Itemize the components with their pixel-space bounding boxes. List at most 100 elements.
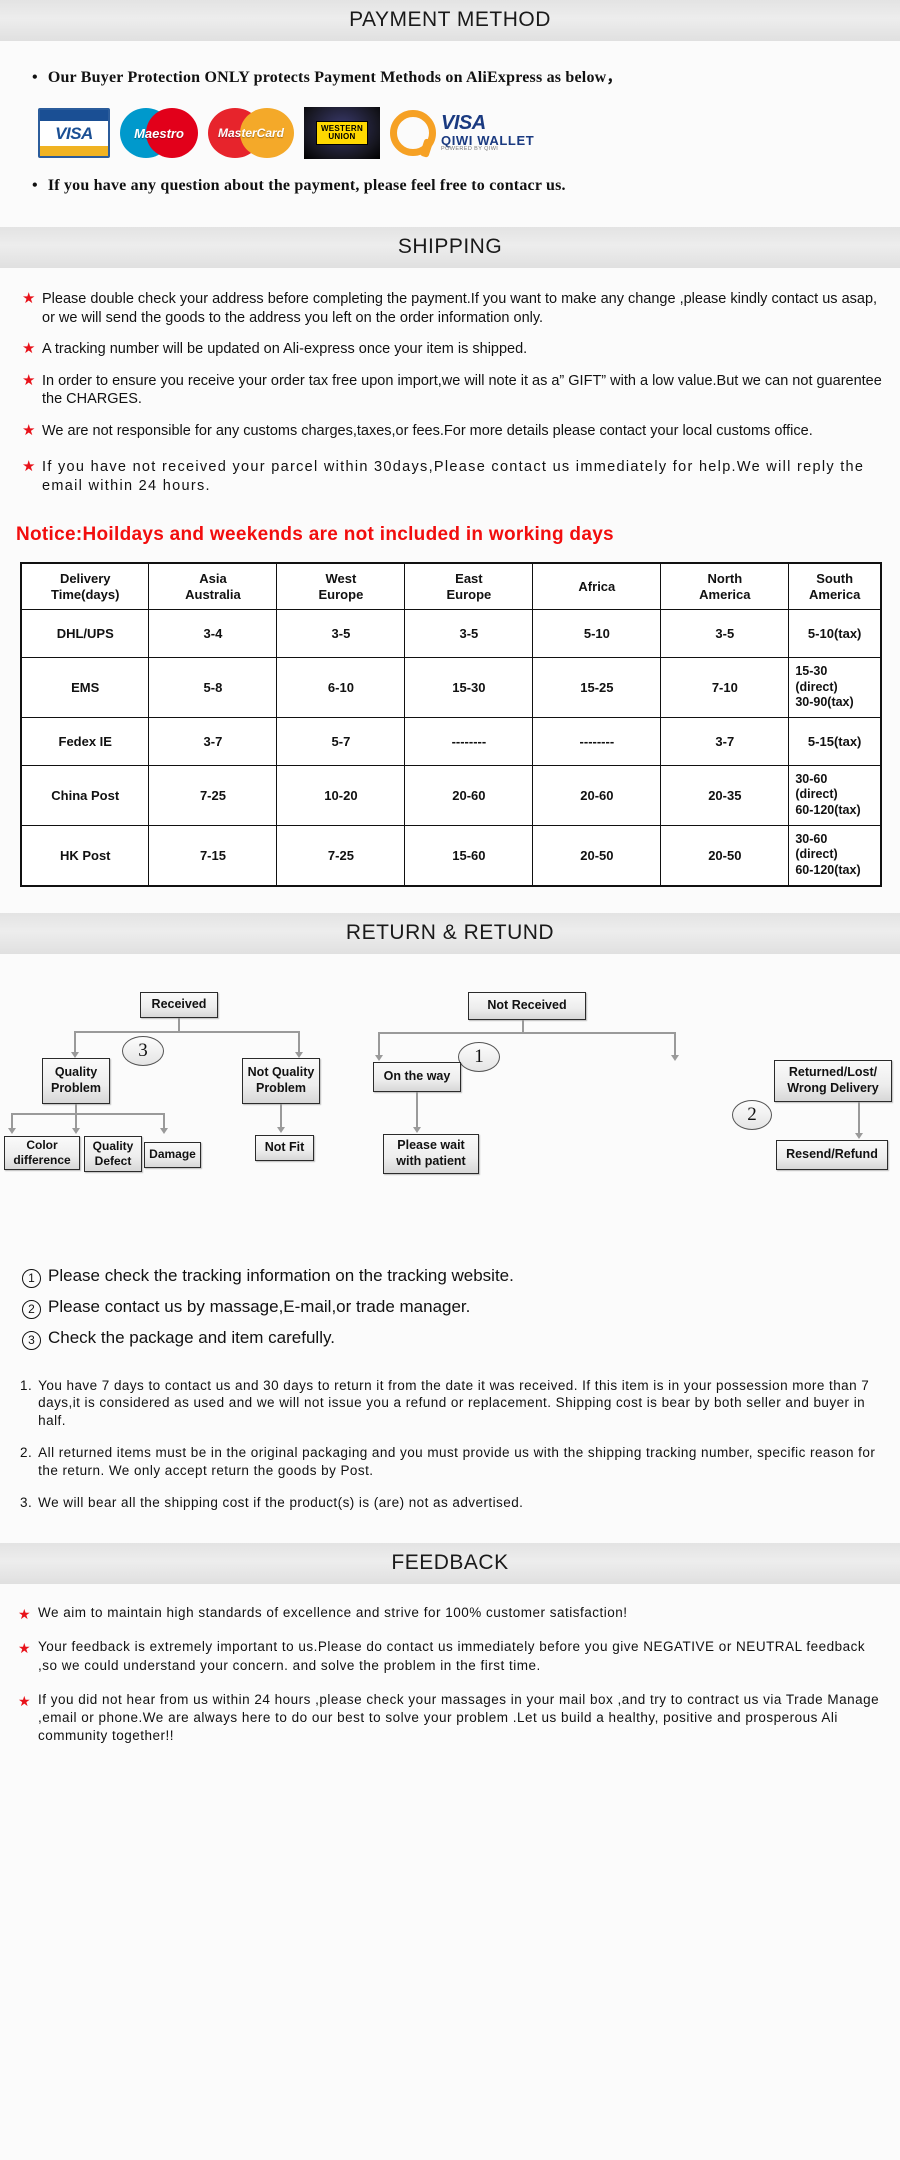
table-header-row: Delivery Time(days) Asia Australia West … <box>20 562 882 610</box>
table-cell: 6-10 <box>276 656 406 718</box>
policy-text: You have 7 days to contact us and 30 day… <box>38 1377 870 1429</box>
flow-node-received: Received <box>140 991 218 1018</box>
table-cell: 7-15 <box>148 824 278 887</box>
star-icon: ★ <box>18 1606 32 1623</box>
payment-logos: VISA Maestro MasterCard WESTERN UNION VI… <box>0 87 900 177</box>
table-cell: 5-8 <box>148 656 278 718</box>
table-cell: 30-60 (direct) 60-120(tax) <box>788 764 882 826</box>
table-cell: 3-5 <box>404 608 534 658</box>
flow-badge-1: 1 <box>458 1041 500 1072</box>
star-icon: ★ <box>18 1640 32 1657</box>
list-item: 3 Check the package and item carefully. <box>22 1328 900 1350</box>
shipping-note-text: A tracking number will be updated on Ali… <box>42 341 528 358</box>
payment-line-2-text: If you have any question about the payme… <box>47 177 566 194</box>
qiwi-visa-text: VISA <box>441 111 486 134</box>
table-cell: 7-25 <box>276 824 406 887</box>
policy-text: All returned items must be in the origin… <box>38 1444 876 1478</box>
shipping-note-text: In order to ensure you receive your orde… <box>42 372 882 408</box>
shipping-note: ★ In order to ensure you receive your or… <box>16 372 884 409</box>
flow-node-not-received: Not Received <box>468 991 586 1020</box>
list-item: 1 Please check the tracking information … <box>22 1266 900 1288</box>
flow-node-damage: Damage <box>144 1141 201 1168</box>
flow-node-on-the-way: On the way <box>373 1061 461 1092</box>
delivery-time-table: Delivery Time(days) Asia Australia West … <box>20 562 882 887</box>
cell-line: 30-60 <box>795 771 828 786</box>
table-cell: -------- <box>404 716 534 766</box>
section-header-return: RETURN & RETUND <box>0 912 900 954</box>
header-line: America <box>699 586 751 602</box>
section-header-shipping: SHIPPING <box>0 227 900 268</box>
mastercard-logo: MasterCard <box>208 108 294 158</box>
return-flowchart: Received 3 Quality Problem Not Quality P… <box>0 958 900 1248</box>
table-cell: 15-30 <box>404 656 534 718</box>
table-cell: 7-10 <box>660 656 790 718</box>
section-header-feedback: FEEDBACK <box>0 1543 900 1585</box>
maestro-logo-text: Maestro <box>134 125 184 141</box>
qiwi-ring-icon <box>390 110 436 156</box>
table-cell: 10-20 <box>276 764 406 826</box>
header-line: North <box>707 571 743 587</box>
cell-line: 15-30 <box>795 663 828 678</box>
feedback-note: ★ Your feedback is extremely important t… <box>14 1638 886 1674</box>
table-cell: 3-4 <box>148 608 278 658</box>
qiwi-wallet-logo: VISA QIWI WALLET POWERED BY QIWI <box>390 110 534 156</box>
shipping-note: ★ If you have not received your parcel w… <box>16 458 884 495</box>
list-item: 2 Please contact us by massage,E-mail,or… <box>22 1297 900 1319</box>
table-cell: 30-60 (direct) 60-120(tax) <box>788 824 882 887</box>
shipping-notice: Notice:Hoildays and weekends are not inc… <box>16 524 614 546</box>
header-line: Delivery <box>59 571 111 587</box>
table-cell: 5-7 <box>276 716 406 766</box>
list-item: 3. We will bear all the shipping cost if… <box>20 1494 886 1512</box>
header-line: Time(days) <box>51 586 120 602</box>
feedback-note-text: Your feedback is extremely important to … <box>38 1639 866 1673</box>
table-row: EMS 5-8 6-10 15-30 15-25 7-10 15-30 (direct) 30-… <box>20 656 882 718</box>
flow-badge-3: 3 <box>122 1035 164 1066</box>
table-cell: 20-50 <box>532 824 662 887</box>
step-number: 2 <box>22 1299 41 1319</box>
shipping-note: ★ We are not responsible for any customs… <box>16 422 884 441</box>
payment-bullet-line-2: • If you have any question about the paym… <box>0 177 900 195</box>
step-text: Please contact us by massage,E-mail,or t… <box>48 1296 471 1316</box>
header-line: Europe <box>318 586 364 602</box>
table-cell: 15-25 <box>532 656 662 718</box>
table-header-cell: East Europe <box>404 562 534 610</box>
table-cell: 20-60 <box>532 764 662 826</box>
qiwi-wallet-text: QIWI WALLET <box>441 132 535 148</box>
payment-line-1-text: Our Buyer Protection ONLY protects Payme… <box>47 69 623 86</box>
feedback-note: ★ If you did not hear from us within 24 … <box>14 1691 886 1745</box>
table-cell-method: Fedex IE <box>20 716 150 766</box>
star-icon: ★ <box>22 458 37 476</box>
feedback-section: ★ We aim to maintain high standards of e… <box>0 1584 900 1770</box>
star-icon: ★ <box>22 290 36 307</box>
table-cell: -------- <box>532 716 662 766</box>
flow-node-quality-problem: Quality Problem <box>42 1057 110 1104</box>
table-cell: 15-30 (direct) 30-90(tax) <box>788 656 882 718</box>
table-cell: 3-7 <box>660 716 790 766</box>
table-row: DHL/UPS 3-4 3-5 3-5 5-10 3-5 5-10(tax) <box>20 608 882 658</box>
list-item: 1. You have 7 days to contact us and 30 … <box>20 1377 886 1430</box>
header-line: East <box>455 571 483 587</box>
table-row: China Post 7-25 10-20 20-60 20-60 20-35 30-60(… <box>20 764 882 826</box>
feedback-note-text: If you did not hear from us within 24 ho… <box>38 1691 880 1743</box>
return-steps-list: 1 Please check the tracking information … <box>0 1248 900 1369</box>
table-cell: 20-60 <box>404 764 534 826</box>
list-item: 2. All returned items must be in the ori… <box>20 1444 886 1480</box>
table-header-cell: Delivery Time(days) <box>20 562 150 610</box>
policy-text: We will bear all the shipping cost if th… <box>38 1494 524 1510</box>
header-line: Europe <box>446 586 492 602</box>
western-union-line-2: UNION <box>328 132 356 141</box>
feedback-note: ★ We aim to maintain high standards of e… <box>14 1604 886 1622</box>
flow-node-not-quality-problem: Not Quality Problem <box>242 1057 320 1104</box>
table-cell-method: DHL/UPS <box>20 608 150 658</box>
table-header-cell: Africa <box>532 562 662 610</box>
cell-line: 60-120(tax) <box>795 862 861 877</box>
header-line: America <box>809 586 861 602</box>
bullet-icon: • <box>32 69 38 86</box>
shipping-note: ★ Please double check your address befor… <box>16 290 884 327</box>
western-union-logo: WESTERN UNION <box>304 107 380 159</box>
table-cell-method: China Post <box>20 764 150 826</box>
shipping-note-text: We are not responsible for any customs c… <box>42 422 813 439</box>
table-cell: 5-10(tax) <box>788 608 882 658</box>
star-icon: ★ <box>18 1692 32 1709</box>
table-cell: 7-25 <box>148 764 278 826</box>
